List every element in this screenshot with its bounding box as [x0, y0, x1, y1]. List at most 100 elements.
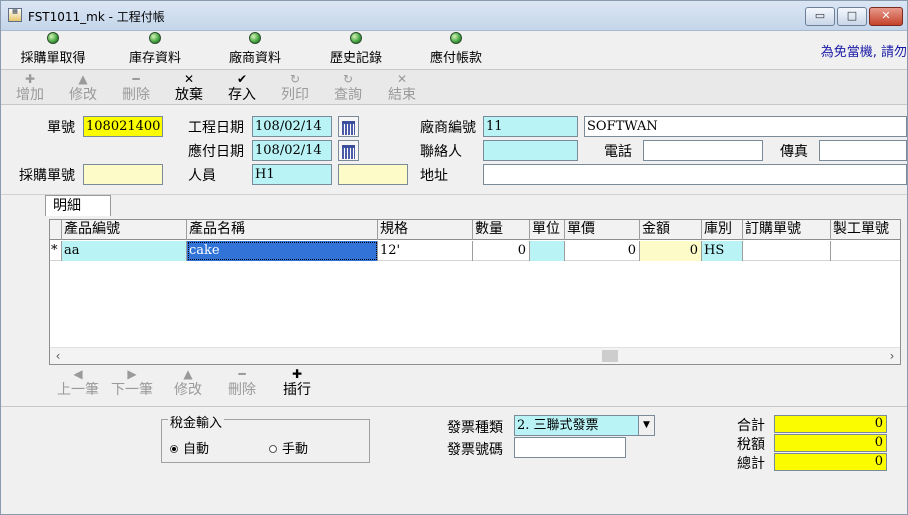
title-bar: ▦ FST1011_mk - 工程付帳 ▭ □ ✕	[1, 1, 907, 31]
column-header[interactable]: 單位	[530, 220, 565, 240]
add-button-label: 增加	[16, 87, 44, 103]
calendar-icon[interactable]	[338, 116, 359, 137]
query-button[interactable]: ↻ 查詢	[327, 72, 369, 104]
subtotal-field[interactable]: 0	[774, 415, 887, 433]
module-label: 歷史記錄	[329, 51, 382, 66]
module-label: 應付帳款	[429, 51, 482, 66]
module-payables[interactable]: 應付帳款	[424, 32, 488, 68]
cell-spec[interactable]: 12'	[378, 241, 473, 261]
staff-field[interactable]: H1	[252, 164, 332, 185]
cell-qty[interactable]: 0	[473, 241, 530, 261]
prev-record-button[interactable]: ◀ 上一筆	[53, 367, 103, 399]
next-record-button[interactable]: ▶ 下一筆	[107, 367, 157, 399]
column-header[interactable]: 金額	[640, 220, 702, 240]
insert-row-button[interactable]: ✚ 插行	[276, 367, 318, 399]
refresh-icon: ↻	[289, 72, 301, 86]
vendor-name-field[interactable]: SOFTWAN	[584, 116, 907, 137]
horizontal-scrollbar[interactable]: ‹ ›	[50, 347, 900, 364]
column-header[interactable]: 訂購單號	[743, 220, 831, 240]
close-button[interactable]: ✕	[869, 7, 903, 26]
arrow-left-icon: ◀	[73, 367, 83, 381]
invoice-no-field[interactable]	[514, 437, 626, 458]
column-header[interactable]: 數量	[473, 220, 530, 240]
status-led-icon	[450, 32, 462, 44]
vendor-no-field[interactable]: 11	[483, 116, 578, 137]
cell-po-no[interactable]	[743, 241, 831, 261]
tax-manual-label: 手動	[282, 442, 309, 457]
row-delete-button[interactable]: ━ 刪除	[221, 367, 263, 399]
module-inventory[interactable]: 庫存資料	[123, 32, 187, 68]
add-button[interactable]: ✚ 增加	[9, 72, 51, 104]
cell-unit[interactable]	[530, 241, 565, 261]
cell-amount[interactable]: 0	[640, 241, 702, 261]
column-header[interactable]: 產品名稱	[187, 220, 378, 240]
contact-field[interactable]	[483, 140, 578, 161]
row-delete-label: 刪除	[228, 382, 256, 398]
column-header[interactable]: 單價	[565, 220, 640, 240]
scrollbar-thumb[interactable]	[602, 350, 618, 362]
staff-name-field[interactable]	[338, 164, 408, 185]
calendar-icon[interactable]	[338, 140, 359, 161]
cell-product-no[interactable]: aa	[62, 241, 187, 261]
save-button[interactable]: ✔ 存入	[221, 72, 263, 104]
cell-product-name[interactable]: cake	[187, 241, 378, 261]
cell-work-no[interactable]	[831, 241, 900, 261]
print-button[interactable]: ↻ 列印	[274, 72, 316, 104]
table-row[interactable]: * aa cake 12' 0 0 0 HS	[50, 241, 900, 261]
column-header[interactable]: 製工單號	[831, 220, 900, 240]
status-led-icon	[47, 32, 59, 44]
minimize-button[interactable]: ▭	[805, 7, 835, 26]
tax-auto-radio[interactable]: 自動	[170, 438, 209, 457]
order-no-field[interactable]: 1080214001	[83, 116, 163, 137]
main-toolbar: ✚ 增加 ▲ 修改 ━ 刪除 ✕ 放棄 ✔ 存入 ↻ 列印 ↻ 查詢 ✕ 結束	[1, 69, 907, 105]
module-label: 廠商資料	[228, 51, 281, 66]
exit-button[interactable]: ✕ 結束	[381, 72, 423, 104]
exit-button-label: 結束	[388, 87, 416, 103]
grid-header: 產品編號 產品名稱 規格 數量 單位 單價 金額 庫別 訂購單號 製工單號	[50, 220, 900, 240]
contact-label: 聯絡人	[420, 144, 462, 160]
module-vendor[interactable]: 廠商資料	[223, 32, 287, 68]
notice-text: 為免當機, 請勿	[820, 45, 907, 60]
column-header[interactable]: 庫別	[702, 220, 743, 240]
module-history[interactable]: 歷史記錄	[324, 32, 388, 68]
purchase-no-field[interactable]	[83, 164, 163, 185]
row-edit-button[interactable]: ▲ 修改	[167, 367, 209, 399]
subtotal-label: 合計	[737, 418, 765, 434]
address-field[interactable]	[483, 164, 907, 185]
status-led-icon	[350, 32, 362, 44]
cell-price[interactable]: 0	[565, 241, 640, 261]
discard-button-label: 放棄	[175, 87, 203, 103]
scroll-left-icon[interactable]: ‹	[50, 348, 66, 364]
staff-label: 人員	[188, 168, 216, 184]
work-date-field[interactable]: 108/02/14	[252, 116, 332, 137]
invoice-type-label: 發票種類	[447, 420, 503, 436]
module-nav: 採購單取得 庫存資料 廠商資料 歷史記錄 應付帳款 為免當機, 請勿	[1, 32, 907, 68]
discard-button[interactable]: ✕ 放棄	[168, 72, 210, 104]
delete-button-label: 刪除	[122, 87, 150, 103]
module-purchase-order[interactable]: 採購單取得	[15, 32, 91, 68]
column-header[interactable]: 產品編號	[62, 220, 187, 240]
pay-date-field[interactable]: 108/02/14	[252, 140, 332, 161]
column-header[interactable]: 規格	[378, 220, 473, 240]
tax-group-label: 稅金輸入	[168, 412, 225, 431]
tax-field[interactable]: 0	[774, 434, 887, 452]
address-label: 地址	[420, 168, 448, 184]
maximize-button[interactable]: □	[837, 7, 867, 26]
print-button-label: 列印	[281, 87, 309, 103]
detail-grid: 產品編號 產品名稱 規格 數量 單位 單價 金額 庫別 訂購單號 製工單號 * …	[49, 219, 901, 365]
invoice-type-select[interactable]: 2. 三聯式發票 ▼	[514, 415, 655, 436]
cell-warehouse[interactable]: HS	[702, 241, 743, 261]
total-label: 總計	[737, 456, 765, 472]
tab-detail[interactable]: 明細	[45, 195, 111, 216]
phone-field[interactable]	[643, 140, 763, 161]
window-title: FST1011_mk - 工程付帳	[28, 10, 165, 24]
scroll-right-icon[interactable]: ›	[884, 348, 900, 364]
fax-field[interactable]	[819, 140, 907, 161]
invoice-no-label: 發票號碼	[447, 442, 503, 458]
total-field[interactable]: 0	[774, 453, 887, 471]
triangle-up-icon: ▲	[78, 72, 88, 86]
chevron-down-icon[interactable]: ▼	[638, 416, 654, 435]
edit-button[interactable]: ▲ 修改	[62, 72, 104, 104]
delete-button[interactable]: ━ 刪除	[115, 72, 157, 104]
tax-manual-radio[interactable]: 手動	[269, 438, 308, 457]
